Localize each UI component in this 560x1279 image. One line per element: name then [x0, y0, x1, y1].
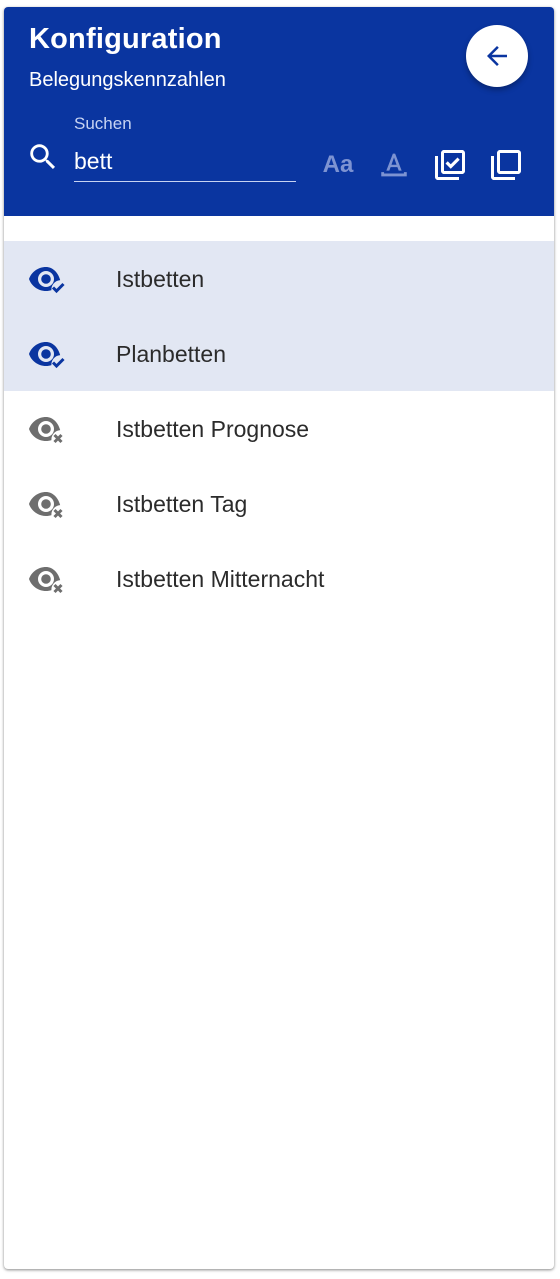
search-icon [30, 144, 56, 170]
list-item[interactable]: Istbetten [4, 241, 554, 316]
arrow-left-icon [487, 46, 507, 66]
copy-icon [491, 150, 521, 180]
list-item-label: Istbetten [116, 265, 205, 292]
list-item-label: Planbetten [116, 340, 226, 367]
kennzahlen-list: Istbetten Planbetten Istbetten Prognose … [4, 241, 554, 616]
search-input[interactable] [74, 141, 296, 182]
list-item[interactable]: Istbetten Tag [4, 466, 554, 541]
search-label: Suchen [74, 114, 132, 133]
text-underline-button[interactable] [374, 147, 414, 183]
eye-remove-icon [29, 567, 63, 594]
text-underline-icon [381, 153, 407, 177]
select-all-icon [435, 150, 465, 180]
match-case-button[interactable]: Aa [318, 147, 358, 183]
copy-button[interactable] [486, 147, 526, 183]
list-item-label: Istbetten Prognose [116, 415, 310, 442]
list-item[interactable]: Istbetten Prognose [4, 391, 554, 466]
page-subtitle: Belegungskennzahlen [29, 69, 226, 91]
config-panel: Konfiguration Belegungskennzahlen Suchen… [4, 7, 554, 1269]
page-title: Konfiguration [29, 23, 222, 55]
list-item[interactable]: Istbetten Mitternacht [4, 541, 554, 616]
back-button[interactable] [466, 25, 528, 87]
list-item[interactable]: Planbetten [4, 316, 554, 391]
eye-check-icon [29, 267, 65, 294]
select-all-button[interactable] [430, 147, 470, 183]
eye-check-icon [29, 342, 65, 369]
eye-remove-icon [29, 492, 63, 519]
eye-remove-icon [29, 417, 63, 444]
panel-header: Konfiguration Belegungskennzahlen Suchen… [4, 7, 554, 216]
match-case-icon: Aa [322, 151, 354, 178]
list-item-label: Istbetten Mitternacht [116, 565, 325, 592]
list-item-label: Istbetten Tag [116, 490, 248, 517]
